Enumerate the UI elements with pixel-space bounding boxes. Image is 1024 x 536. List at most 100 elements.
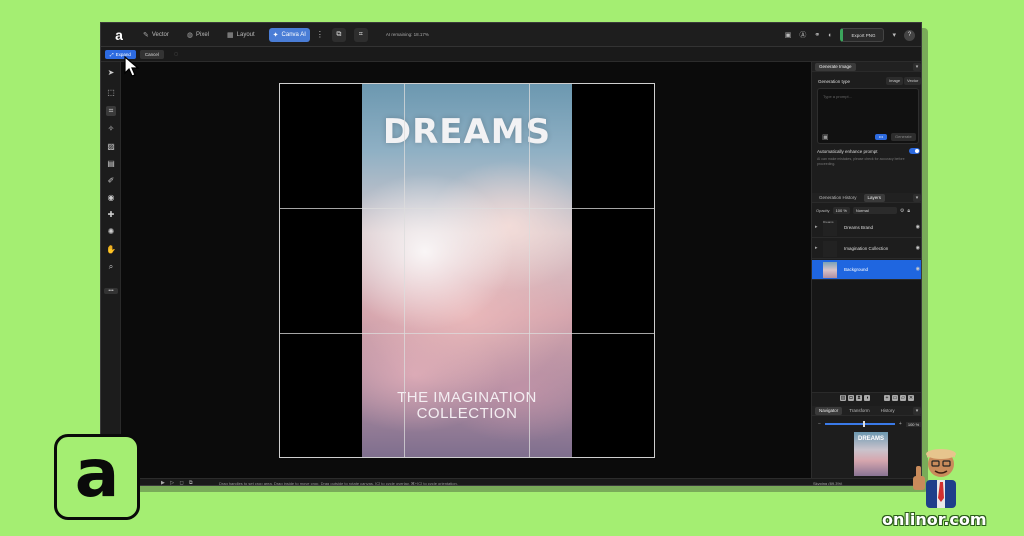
poster-subtitle-line2: COLLECTION bbox=[416, 405, 518, 422]
zoom-row: − + 100 % bbox=[812, 420, 921, 428]
zoom-in-icon[interactable]: + bbox=[899, 421, 902, 427]
navigator-preview-title: DREAMS bbox=[857, 436, 884, 442]
move-tool-icon[interactable]: ➤ bbox=[106, 68, 116, 78]
add-image-icon[interactable]: ▣ bbox=[822, 133, 829, 141]
more-menu-icon[interactable]: ⋮ bbox=[316, 30, 324, 39]
magic-wand-icon[interactable]: ✧ bbox=[106, 124, 116, 134]
zoom-tool-icon[interactable]: ⌕ bbox=[106, 262, 116, 272]
help-button[interactable]: ? bbox=[904, 29, 915, 41]
left-toolbar: ➤ ⬚ ⌗ ✧ ▨ ▤ ✐ ◉ ✚ ✺ ✋ ⌕ ••• bbox=[101, 62, 121, 478]
playback-controls[interactable]: ▶ ▷ ◻ ⧉ bbox=[161, 480, 195, 485]
poster-subtitle: THE IMAGINATION COLLECTION bbox=[362, 390, 572, 422]
layer-row[interactable]: ▸ Imagination Collection ◉ bbox=[812, 239, 921, 259]
grid-tool-icon[interactable]: ▤ bbox=[106, 159, 116, 169]
mask-icon[interactable]: ◘ bbox=[848, 394, 854, 401]
right-toolbar: ▣ Ⓐ ⚭ ◐ Export PNG ▾ ? bbox=[785, 28, 915, 42]
status-hint: Drag handles to set crop area. Drag insi… bbox=[219, 481, 458, 486]
more-tools-icon[interactable]: ••• bbox=[104, 288, 118, 294]
group-icon[interactable]: ▭ bbox=[892, 394, 898, 401]
tab-generate-image[interactable]: Generate Image bbox=[815, 62, 856, 71]
enhance-prompt-toggle[interactable] bbox=[909, 148, 920, 154]
tab-transform[interactable]: Transform bbox=[845, 407, 873, 415]
tab-layers[interactable]: Layers bbox=[863, 193, 886, 202]
navigator-panel-header: Navigator Transform History ▾ bbox=[812, 406, 921, 416]
adjustment-icon[interactable]: ⧗ bbox=[856, 394, 862, 401]
blend-mode-select[interactable]: Normal bbox=[852, 207, 897, 214]
brush-tool-icon[interactable]: ✐ bbox=[106, 176, 116, 186]
layer-thumbnail: Dreams bbox=[823, 220, 837, 236]
persona-pixel[interactable]: ◍ Pixel bbox=[183, 28, 213, 42]
retouch-tool-icon[interactable]: ✚ bbox=[106, 210, 116, 220]
persona-canva-ai[interactable]: ✦ Canva AI bbox=[268, 27, 310, 42]
enhance-prompt-label: Automatically enhance prompt bbox=[817, 149, 878, 154]
enhance-prompt-desc: AI can make mistakes, please check for a… bbox=[817, 157, 905, 166]
hand-tool-icon[interactable]: ✋ bbox=[106, 245, 116, 255]
layer-name: Dreams Brand bbox=[844, 225, 874, 230]
navigator-preview[interactable]: DREAMS bbox=[854, 432, 888, 476]
type-option-image[interactable]: Image bbox=[886, 77, 904, 85]
persona-label: Layout bbox=[236, 31, 255, 38]
chevron-down-icon[interactable]: ▾ bbox=[913, 63, 921, 71]
expand-icon: ⤢ bbox=[110, 51, 114, 57]
image-icon[interactable]: ▣ bbox=[785, 31, 792, 39]
zoom-out-icon[interactable]: − bbox=[818, 421, 821, 427]
chevron-right-icon[interactable]: ▸ bbox=[815, 224, 818, 230]
affinity-logo[interactable]: a bbox=[109, 25, 129, 45]
link-icon[interactable]: ⚭ bbox=[814, 31, 820, 39]
layout-icon: ▦ bbox=[227, 31, 234, 39]
tab-generation-history[interactable]: Generation History bbox=[815, 194, 861, 202]
canvas-area[interactable]: DREAMS THE IMAGINATION COLLECTION bbox=[121, 62, 811, 478]
layer-settings-icon[interactable]: ⚙ bbox=[900, 208, 904, 214]
lock-icon[interactable]: 🔒︎ bbox=[907, 208, 910, 214]
fx-icon[interactable]: ▥ bbox=[840, 394, 846, 401]
visibility-icon[interactable]: ◉ bbox=[916, 224, 920, 230]
image-tool-icon[interactable]: ▨ bbox=[106, 142, 116, 152]
persona-vector[interactable]: ✎ Vector bbox=[139, 28, 173, 42]
tab-history[interactable]: History bbox=[877, 407, 899, 415]
new-layer-icon[interactable]: + bbox=[884, 394, 890, 401]
zoom-field[interactable]: 100 % bbox=[905, 421, 921, 427]
app-window: a ✎ Vector ◍ Pixel ▦ Layout ✦ Canva AI ⋮… bbox=[100, 22, 922, 486]
contrast-icon[interactable]: ◑ bbox=[864, 394, 870, 401]
crop-icon[interactable]: ⌗ bbox=[353, 27, 368, 42]
trash-icon[interactable]: ✕ bbox=[908, 394, 914, 401]
snapping-icon[interactable]: ⧉ bbox=[331, 27, 346, 42]
right-panel: Generate Image ▾ Generation type Image V… bbox=[811, 62, 921, 478]
chevron-down-icon[interactable]: ▾ bbox=[913, 194, 921, 202]
brush-icon[interactable]: ◐ bbox=[828, 32, 832, 39]
prompt-placeholder: Type a prompt... bbox=[823, 94, 852, 99]
visibility-icon[interactable]: ◉ bbox=[916, 245, 920, 251]
chevron-right-icon[interactable]: ▸ bbox=[815, 245, 818, 251]
persona-layout[interactable]: ▦ Layout bbox=[223, 28, 259, 42]
crop-grid-line bbox=[529, 84, 530, 457]
cancel-button[interactable]: Cancel bbox=[139, 49, 164, 59]
persona-label: Vector bbox=[151, 31, 169, 38]
vector-icon: ✎ bbox=[143, 31, 149, 39]
logo-letter: a bbox=[74, 435, 120, 512]
selection-tool-icon[interactable]: ⬚ bbox=[106, 88, 116, 98]
chevron-down-icon[interactable]: ▾ bbox=[892, 31, 896, 39]
options-icon[interactable]: ••• bbox=[875, 134, 887, 140]
settings-tool-icon[interactable]: ✺ bbox=[106, 227, 116, 237]
text-icon[interactable]: Ⓐ bbox=[799, 30, 806, 40]
persona-label: Pixel bbox=[196, 31, 210, 38]
folder-icon[interactable]: ▱ bbox=[900, 394, 906, 401]
mascot-thumbs-up-icon bbox=[913, 449, 956, 508]
tab-navigator[interactable]: Navigator bbox=[815, 406, 843, 415]
zoom-slider[interactable] bbox=[824, 421, 895, 427]
export-button[interactable]: Export PNG bbox=[840, 28, 885, 42]
generate-button[interactable]: Generate bbox=[891, 133, 916, 141]
crop-tool-icon[interactable]: ⌗ bbox=[106, 106, 116, 116]
type-option-vector[interactable]: Vector bbox=[904, 77, 921, 85]
visibility-icon[interactable]: ◉ bbox=[916, 266, 920, 272]
chevron-down-icon[interactable]: ▾ bbox=[913, 407, 921, 415]
layer-row[interactable]: ▸ Dreams Dreams Brand ◉ bbox=[812, 218, 921, 238]
opacity-field[interactable]: 100 % bbox=[832, 207, 850, 214]
fill-tool-icon[interactable]: ◉ bbox=[106, 193, 116, 203]
crop-frame[interactable]: DREAMS THE IMAGINATION COLLECTION bbox=[279, 83, 655, 458]
sparkle-icon: ✦ bbox=[272, 31, 279, 39]
prompt-input[interactable]: Type a prompt... ▣ ••• Generate bbox=[817, 88, 919, 144]
poster-title: DREAMS bbox=[382, 112, 552, 152]
layer-row[interactable]: Background ◉ bbox=[812, 260, 921, 280]
generate-panel-header: Generate Image ▾ bbox=[812, 62, 921, 72]
